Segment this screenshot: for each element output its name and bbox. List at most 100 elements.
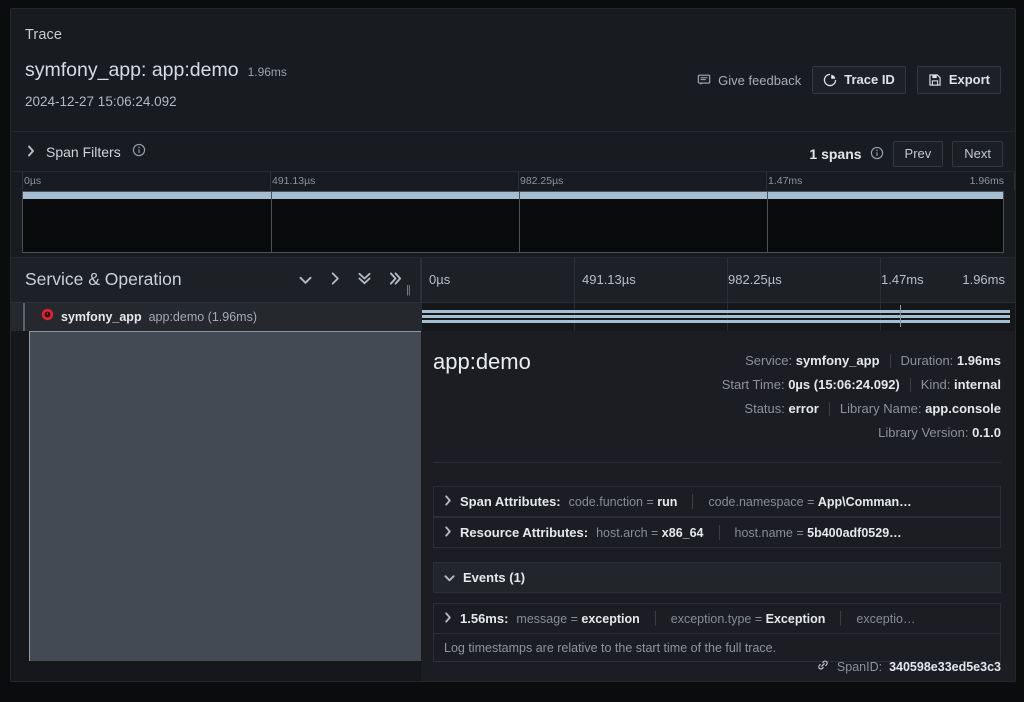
save-disk-icon (928, 73, 942, 87)
minimap-tick: 491.13µs (272, 175, 316, 187)
span-detail-content: app:demo Service: symfony_app Duration: … (421, 331, 1015, 681)
events-accordion[interactable]: Events (1) (433, 562, 1001, 593)
span-attr-key: code.function = (568, 494, 654, 509)
chevrons-down-icon[interactable] (358, 272, 371, 290)
comment-icon (697, 73, 711, 87)
span-filters-bar: Span Filters 1 spans Prev Next (11, 131, 1015, 172)
service-key: Service: (745, 353, 793, 368)
span-depth-marker (23, 303, 25, 331)
span-detail-accent-panel (29, 331, 421, 661)
duration-value: 1.96ms (956, 353, 1001, 368)
minimap-span-bar (23, 192, 1003, 199)
timeline-tick: 1.96ms (962, 272, 1005, 287)
give-feedback-button[interactable]: Give feedback (697, 73, 801, 88)
span-operation-name: app:demo (1.96ms) (148, 310, 257, 324)
timeline-tick: 1.47ms (881, 272, 924, 287)
tree-controls (299, 272, 402, 290)
timeline-tick: 0µs (429, 272, 451, 287)
event-timestamp: 1.56ms: (460, 611, 509, 626)
event-attr-value: Exception (765, 611, 826, 626)
span-attr-value: App\Comman… (817, 494, 912, 509)
library-name-value: app.console (925, 401, 1001, 416)
resource-attr-key: host.arch = (596, 525, 659, 540)
kind-key: Kind: (920, 377, 951, 392)
export-label: Export (948, 72, 990, 87)
span-detail-header: app:demo Service: symfony_app Duration: … (421, 331, 1015, 467)
header-actions: Give feedback Trace ID Export (697, 66, 1001, 94)
next-span-button[interactable]: Next (952, 141, 1003, 167)
span-service-name: symfony_app (61, 310, 142, 324)
span-event-marker[interactable] (900, 305, 901, 327)
column-resize-handle[interactable]: || (406, 284, 411, 296)
trace-title-row: symfony_app: app:demo 1.96ms (25, 59, 287, 82)
waterfall-header: Service & Operation || 0µs 491.13µs 982.… (11, 258, 1015, 303)
detail-gutter (11, 331, 29, 681)
pie-slice-icon (823, 73, 837, 87)
span-row-label-cell[interactable]: symfony_app app:demo (1.96ms) (11, 303, 421, 331)
spans-count-label: 1 spans (809, 146, 862, 162)
duration-key: Duration: (900, 353, 954, 368)
detail-operation-name: app:demo (433, 349, 531, 374)
give-feedback-label: Give feedback (718, 72, 802, 88)
chevron-right-icon (444, 493, 452, 511)
chevron-right-icon[interactable] (330, 272, 340, 290)
chevron-right-icon (444, 524, 452, 542)
span-nav: 1 spans Prev Next (809, 141, 1003, 167)
event-attr-key: message = (516, 611, 578, 626)
info-icon[interactable] (870, 146, 884, 163)
event-attr-key: exceptio… (856, 611, 916, 626)
span-filters-toggle[interactable]: Span Filters (27, 143, 146, 160)
spans-count: 1 spans (809, 146, 883, 163)
error-icon (41, 308, 54, 326)
span-attributes-accordion[interactable]: Span Attributes: code.function = run cod… (433, 486, 1001, 517)
span-attr-key: code.namespace = (708, 494, 815, 509)
info-icon[interactable] (132, 143, 146, 160)
event-attr-value: exception (581, 611, 640, 626)
minimap-tick: 982.25µs (520, 175, 564, 187)
detail-divider (433, 462, 1001, 463)
link-icon[interactable] (816, 658, 830, 675)
resource-attr-value: x86_64 (661, 525, 704, 540)
resource-attributes-accordion[interactable]: Resource Attributes: host.arch = x86_64 … (433, 517, 1001, 548)
trace-panel: Trace symfony_app: app:demo 1.96ms 2024-… (10, 8, 1016, 682)
minimap-ticks: 0µs 491.13µs 982.25µs 1.47ms 1.96ms (11, 172, 1015, 190)
span-id-row[interactable]: SpanID: 340598e33ed5e3c3 (816, 658, 1001, 675)
library-name-key: Library Name: (839, 401, 922, 416)
timeline-ticks: 0µs 491.13µs 982.25µs 1.47ms 1.96ms (421, 258, 1015, 302)
export-button[interactable]: Export (916, 66, 1001, 94)
prev-span-button[interactable]: Prev (892, 141, 944, 167)
minimap-viewport[interactable] (22, 191, 1004, 253)
trace-id-button[interactable]: Trace ID (812, 66, 906, 94)
span-filters-label: Span Filters (46, 143, 121, 160)
status-key: Status: (744, 401, 785, 416)
column-title: Service & Operation (25, 269, 182, 289)
span-id-value: 340598e33ed5e3c3 (889, 659, 1001, 674)
trace-duration: 1.96ms (247, 65, 287, 79)
timeline-tick: 982.25µs (728, 272, 782, 287)
minimap-tick: 1.47ms (768, 175, 803, 187)
span-detail-area: app:demo Service: symfony_app Duration: … (11, 331, 1015, 681)
span-attributes-title: Span Attributes: (460, 494, 561, 509)
span-row[interactable]: symfony_app app:demo (1.96ms) (11, 303, 1015, 331)
span-bar-track[interactable] (421, 303, 1015, 331)
span-attr-value: run (657, 494, 678, 509)
start-time-key: Start Time: (721, 377, 785, 392)
event-attr-key: exception.type = (670, 611, 763, 626)
chevron-right-icon (27, 144, 35, 160)
span-bar[interactable] (422, 310, 1010, 323)
minimap-tick: 0µs (24, 175, 42, 187)
status-value: error (788, 401, 819, 416)
kind-value: internal (954, 377, 1001, 392)
panel-section-label: Trace (25, 27, 63, 43)
page-title: symfony_app: app:demo (25, 59, 239, 81)
start-time-value: 0µs (15:06:24.092) (788, 377, 900, 392)
chevrons-right-icon[interactable] (389, 272, 402, 290)
events-title: Events (1) (463, 570, 526, 585)
chevron-down-icon[interactable] (299, 272, 312, 290)
trace-minimap[interactable]: 0µs 491.13µs 982.25µs 1.47ms 1.96ms (11, 172, 1015, 258)
event-row[interactable]: 1.56ms: message = exception exception.ty… (433, 603, 1001, 634)
resource-attr-value: 5b400adf0529… (807, 525, 902, 540)
resource-attr-key: host.name = (734, 525, 804, 540)
span-id-key: SpanID: (836, 659, 883, 674)
chevron-right-icon (444, 610, 452, 628)
